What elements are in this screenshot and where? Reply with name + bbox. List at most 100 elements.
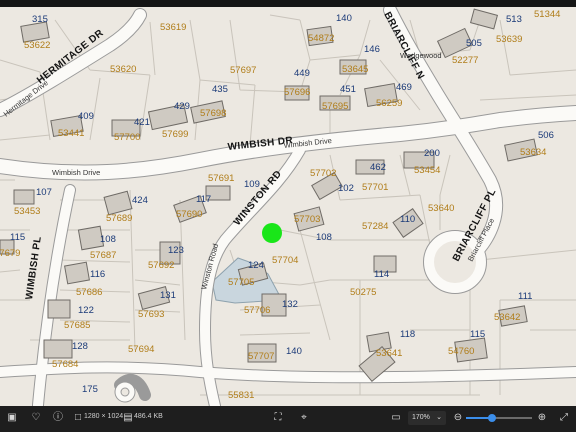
building <box>13 189 35 205</box>
lot-label: 53641 <box>376 348 402 359</box>
zoom-out-icon[interactable]: ⊖ <box>452 412 464 424</box>
lot-label: 53634 <box>520 147 546 158</box>
address-label: 146 <box>364 44 380 55</box>
lot-label: 50275 <box>350 287 376 298</box>
fit-screen-icon[interactable]: ⛶ <box>272 412 284 424</box>
file-icon: ▤ <box>123 412 133 423</box>
address-label: 449 <box>294 68 310 79</box>
road-label-wedgewood: Wedgewood <box>400 51 442 60</box>
lot-label: 52277 <box>452 55 478 66</box>
address-label: 114 <box>374 269 389 280</box>
address-label: 140 <box>336 13 352 24</box>
address-label: 108 <box>100 234 116 245</box>
zoom-value: 170% <box>412 414 430 421</box>
zoom-slider[interactable] <box>466 414 532 422</box>
address-label: 424 <box>132 195 148 206</box>
address-label: 110 <box>400 214 415 225</box>
address-label: 122 <box>78 305 94 316</box>
lot-label: 53453 <box>14 206 40 217</box>
parcel-map[interactable]: WIMBISH DR Wimbish Drive Wimbish Drive W… <box>0 7 576 406</box>
lot-label: 57284 <box>362 221 388 232</box>
lot-label: 53619 <box>160 22 186 33</box>
address-label: 435 <box>212 84 228 95</box>
building <box>469 8 499 30</box>
lot-label: 57689 <box>106 213 132 224</box>
address-label: 469 <box>396 82 412 93</box>
lot-label: 57693 <box>138 309 164 320</box>
dimensions-icon: □ <box>74 412 82 423</box>
lot-label: 57697 <box>230 65 256 76</box>
lot-label: 57695 <box>322 101 348 112</box>
lot-label: 57699 <box>162 129 188 140</box>
road-label-winston-rd: WINSTON RD <box>232 169 284 228</box>
address-label: 140 <box>286 346 302 357</box>
lot-label: 57691 <box>208 173 234 184</box>
lot-label: 55831 <box>228 390 254 401</box>
address-label: 108 <box>316 232 332 243</box>
road-label-wimbish-drive-left: Wimbish Drive <box>52 168 100 177</box>
lot-label: 53642 <box>494 312 520 323</box>
display-icon[interactable]: ▭ <box>390 412 402 424</box>
address-label: 506 <box>538 130 554 141</box>
address-label: 124 <box>248 260 264 271</box>
lot-label: 53441 <box>58 128 84 139</box>
lot-label: 53645 <box>342 64 368 75</box>
lot-label: 57705 <box>228 277 254 288</box>
lot-label: 57679 <box>0 248 20 259</box>
address-label: 429 <box>174 101 190 112</box>
status-bar: ▣ ♡ ⓘ □ 1280 × 1024 ▤ 486.4 KB ⛶ ⌖ ▭ 170… <box>0 406 576 432</box>
address-label: 111 <box>518 291 532 302</box>
info-icon[interactable]: ⓘ <box>52 412 64 424</box>
lot-label: 57687 <box>90 250 116 261</box>
lot-label: 57692 <box>148 260 174 271</box>
map-canvas: WIMBISH DR Wimbish Drive Wimbish Drive W… <box>0 7 576 406</box>
location-marker[interactable] <box>262 223 282 243</box>
address-label: 409 <box>78 111 94 122</box>
address-label: 505 <box>466 38 482 49</box>
top-bar <box>0 0 576 7</box>
building <box>64 261 90 285</box>
heart-icon[interactable]: ♡ <box>30 412 42 424</box>
zoom-slider-knob[interactable] <box>488 414 497 422</box>
address-label: 115 <box>470 329 485 340</box>
address-label: 131 <box>160 290 176 301</box>
lot-label: 53622 <box>24 40 50 51</box>
lot-label: 57685 <box>64 320 90 331</box>
lot-label: 57686 <box>76 287 102 298</box>
lot-label: 53454 <box>414 165 440 176</box>
chevron-down-icon: ⌄ <box>436 414 442 421</box>
building <box>43 339 73 359</box>
address-label: 115 <box>10 232 25 243</box>
lot-label: 51344 <box>534 9 560 20</box>
lot-label: 57700 <box>114 132 140 143</box>
address-label: 421 <box>134 117 150 128</box>
building <box>47 299 71 319</box>
zoom-in-icon[interactable]: ⊕ <box>536 412 548 424</box>
lot-label: 56259 <box>376 98 402 109</box>
lot-label: 57706 <box>244 305 270 316</box>
address-label: 462 <box>370 162 386 173</box>
crop-icon[interactable]: ⌖ <box>298 412 310 424</box>
lot-label: 57694 <box>128 344 154 355</box>
file-size: 486.4 KB <box>134 413 163 420</box>
lot-label: 57702 <box>310 168 336 179</box>
lot-label: 57696 <box>284 87 310 98</box>
image-dimensions: 1280 × 1024 <box>84 413 124 420</box>
address-label: 175 <box>82 384 98 395</box>
image-icon[interactable]: ▣ <box>6 412 18 424</box>
address-label: 102 <box>338 183 354 194</box>
zoom-select[interactable]: 170% ⌄ <box>408 411 446 425</box>
lot-label: 57698 <box>200 108 226 119</box>
address-label: 451 <box>340 84 356 95</box>
address-label: 315 <box>32 14 48 25</box>
lot-label: 57707 <box>248 351 274 362</box>
lot-label: 57704 <box>272 255 298 266</box>
address-label: 116 <box>90 269 105 280</box>
lot-label: 57690 <box>176 209 202 220</box>
address-label: 109 <box>244 179 260 190</box>
address-label: 107 <box>36 187 52 198</box>
address-label: 200 <box>424 148 440 159</box>
address-label: 513 <box>506 14 522 25</box>
road-label-wimbish-pl: WIMBISH PL <box>24 236 44 301</box>
fullscreen-icon[interactable]: ⤢ <box>558 412 570 424</box>
